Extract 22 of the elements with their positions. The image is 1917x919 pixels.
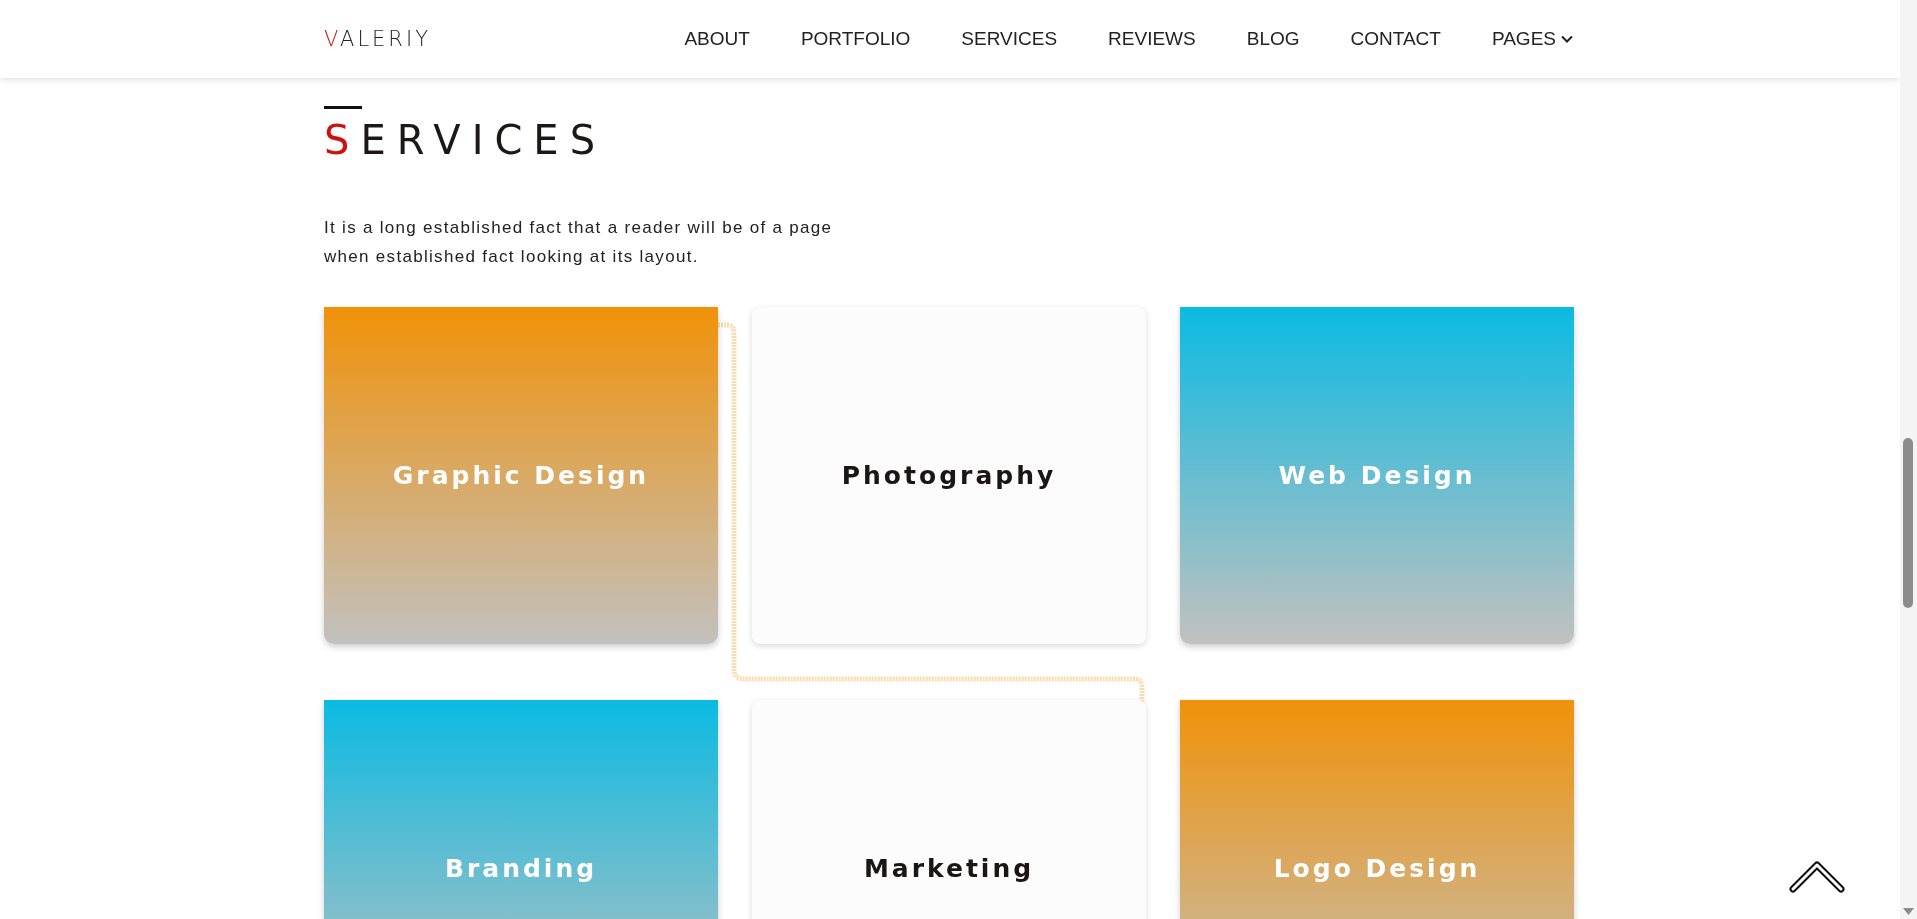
chevron-down-icon xyxy=(1561,35,1573,43)
nav-link[interactable]: ABOUT xyxy=(684,28,750,50)
nav-link[interactable]: PAGES xyxy=(1491,28,1573,50)
section-intro: It is a long established fact that a reader will be of a page when established fact looking at its layout. xyxy=(324,217,834,268)
service-title: Logo Design xyxy=(1273,854,1481,883)
service-card[interactable]: Photography xyxy=(752,307,1146,644)
scroll-to-top-button[interactable] xyxy=(1789,859,1845,893)
scrollbar-thumb[interactable] xyxy=(1903,438,1913,608)
nav-link[interactable]: BLOG xyxy=(1246,28,1300,50)
service-title: Graphic Design xyxy=(392,461,650,490)
nav-link[interactable]: SERVICES xyxy=(961,28,1058,50)
service-title: Web Design xyxy=(1278,461,1476,490)
service-card[interactable]: Marketing xyxy=(752,700,1146,919)
logo[interactable]: VALERIY xyxy=(324,27,431,51)
service-title: Marketing xyxy=(863,854,1035,883)
nav-link[interactable]: PORTFOLIO xyxy=(800,28,911,50)
nav-link[interactable]: CONTACT xyxy=(1350,28,1441,50)
service-title: Branding xyxy=(444,854,598,883)
service-title: Photography xyxy=(841,461,1057,490)
scrollbar[interactable] xyxy=(1900,0,1917,919)
nav-link[interactable]: REVIEWS xyxy=(1108,28,1196,50)
scroll-down-arrow-icon[interactable] xyxy=(1903,908,1914,915)
